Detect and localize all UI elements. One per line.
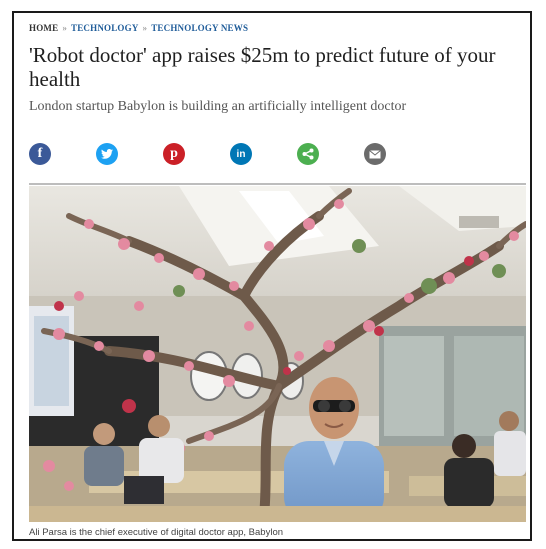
article-photo (29, 186, 526, 522)
pinterest-icon: p (170, 146, 178, 161)
linkedin-share-button[interactable]: in (230, 143, 252, 165)
breadcrumb-technology-news-link[interactable]: TECHNOLOGY NEWS (151, 23, 248, 33)
email-icon (369, 149, 381, 158)
breadcrumb-technology-link[interactable]: TECHNOLOGY (71, 23, 139, 33)
twitter-share-button[interactable] (96, 143, 118, 165)
breadcrumb: HOME» TECHNOLOGY» TECHNOLOGY NEWS (29, 23, 248, 33)
linkedin-icon: in (236, 148, 246, 160)
share-icon (302, 148, 314, 160)
photo-caption: Ali Parsa is the chief executive of digi… (29, 527, 284, 538)
article-standfirst: London startup Babylon is building an ar… (29, 99, 407, 114)
share-button[interactable] (297, 143, 319, 165)
twitter-icon (101, 149, 113, 159)
email-share-button[interactable] (364, 143, 386, 165)
divider (29, 183, 526, 185)
article-frame: HOME» TECHNOLOGY» TECHNOLOGY NEWS 'Robot d… (12, 11, 532, 541)
pinterest-share-button[interactable]: p (163, 143, 185, 165)
breadcrumb-separator: » (62, 23, 68, 33)
breadcrumb-separator: » (142, 23, 148, 33)
facebook-icon: f (37, 146, 43, 161)
article-headline: 'Robot doctor' app raises $25m to predic… (29, 43, 496, 91)
facebook-share-button[interactable]: f (29, 143, 51, 165)
office-photo-illustration (29, 186, 526, 522)
breadcrumb-home-link[interactable]: HOME (29, 23, 58, 33)
